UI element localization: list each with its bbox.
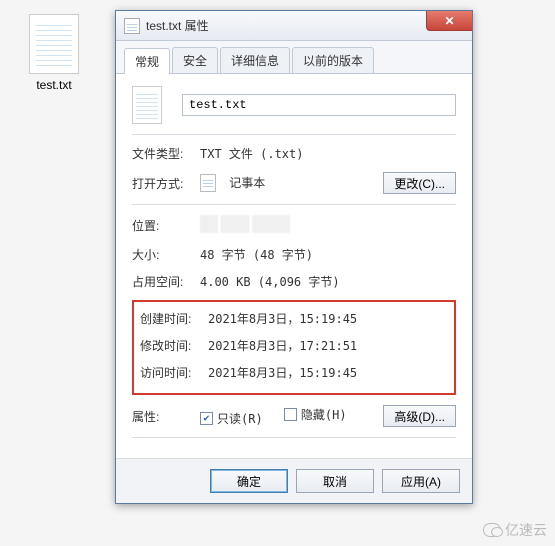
accessed-value: 2021年8月3日，15:19:45: [208, 364, 448, 381]
tab-general[interactable]: 常规: [124, 48, 170, 74]
open-with-value: 记事本: [200, 174, 383, 193]
file-type-label: 文件类型:: [132, 145, 200, 162]
advanced-button[interactable]: 高级(D)...: [383, 405, 456, 427]
file-big-icon: [132, 86, 162, 124]
created-row: 创建时间: 2021年8月3日，15:19:45: [140, 310, 448, 327]
open-with-app: 记事本: [229, 176, 265, 190]
divider: [132, 134, 456, 135]
accessed-label: 访问时间:: [140, 364, 208, 381]
location-row: 位置:: [132, 215, 456, 236]
title-bar[interactable]: test.txt 属性 ✕: [116, 11, 472, 41]
created-value: 2021年8月3日，15:19:45: [208, 310, 448, 327]
ok-button[interactable]: 确定: [210, 469, 288, 493]
modified-label: 修改时间:: [140, 337, 208, 354]
location-blur: [200, 215, 290, 233]
tab-details[interactable]: 详细信息: [220, 47, 290, 73]
tab-previous-versions[interactable]: 以前的版本: [292, 47, 374, 73]
dialog-title: test.txt 属性: [146, 17, 209, 34]
open-with-row: 打开方式: 记事本 更改(C)...: [132, 172, 456, 194]
hidden-checkbox[interactable]: 隐藏(H): [284, 406, 347, 423]
checkbox-box-icon: [284, 408, 297, 421]
close-icon: ✕: [444, 14, 454, 28]
location-label: 位置:: [132, 217, 200, 234]
properties-dialog: test.txt 属性 ✕ 常规 安全 详细信息 以前的版本 文件类型: TXT…: [115, 10, 473, 504]
readonly-checkbox[interactable]: 只读(R): [200, 410, 263, 427]
tab-security[interactable]: 安全: [172, 47, 218, 73]
attr-checks: 只读(R) 隐藏(H): [200, 406, 383, 427]
watermark: 亿速云: [483, 520, 547, 540]
location-value: [200, 215, 456, 236]
readonly-label: 只读(R): [217, 410, 263, 427]
created-label: 创建时间:: [140, 310, 208, 327]
title-file-icon: [124, 18, 140, 34]
size-row: 大小: 48 字节 (48 字节): [132, 246, 456, 263]
apply-button[interactable]: 应用(A): [382, 469, 460, 493]
disk-row: 占用空间: 4.00 KB (4,096 字节): [132, 273, 456, 290]
content: 文件类型: TXT 文件 (.txt) 打开方式: 记事本 更改(C)... 位…: [116, 74, 472, 458]
size-label: 大小:: [132, 246, 200, 263]
filename-input[interactable]: [182, 94, 456, 116]
size-value: 48 字节 (48 字节): [200, 246, 456, 263]
cloud-icon: [483, 523, 501, 537]
cancel-button[interactable]: 取消: [296, 469, 374, 493]
filename-row: [132, 86, 456, 124]
footer: 确定 取消 应用(A): [116, 458, 472, 503]
accessed-row: 访问时间: 2021年8月3日，15:19:45: [140, 364, 448, 381]
file-type-value: TXT 文件 (.txt): [200, 145, 456, 162]
disk-label: 占用空间:: [132, 273, 200, 290]
divider: [132, 437, 456, 438]
desktop-file-label: test.txt: [18, 78, 90, 92]
open-with-label: 打开方式:: [132, 175, 200, 192]
hidden-label: 隐藏(H): [301, 406, 347, 423]
desktop-file[interactable]: test.txt: [18, 14, 90, 92]
file-type-row: 文件类型: TXT 文件 (.txt): [132, 145, 456, 162]
watermark-text: 亿速云: [505, 520, 547, 540]
attr-label: 属性:: [132, 408, 200, 425]
tab-strip: 常规 安全 详细信息 以前的版本: [116, 41, 472, 74]
modified-value: 2021年8月3日，17:21:51: [208, 337, 448, 354]
disk-value: 4.00 KB (4,096 字节): [200, 273, 456, 290]
attr-row: 属性: 只读(R) 隐藏(H) 高级(D)...: [132, 405, 456, 427]
modified-row: 修改时间: 2021年8月3日，17:21:51: [140, 337, 448, 354]
text-file-icon: [29, 14, 79, 74]
checkbox-box-icon: [200, 412, 213, 425]
close-button[interactable]: ✕: [426, 11, 472, 31]
change-button[interactable]: 更改(C)...: [383, 172, 456, 194]
divider: [132, 204, 456, 205]
notepad-icon: [200, 174, 216, 192]
time-highlight-box: 创建时间: 2021年8月3日，15:19:45 修改时间: 2021年8月3日…: [132, 300, 456, 395]
